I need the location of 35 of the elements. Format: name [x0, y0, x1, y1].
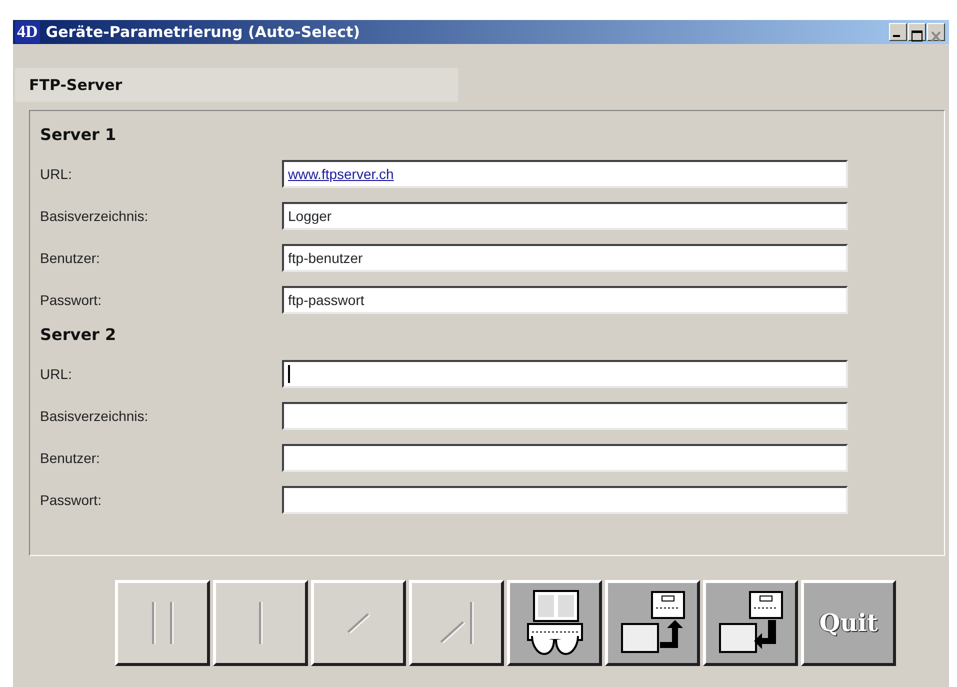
minimize-button[interactable] — [889, 23, 907, 41]
last-icon — [438, 600, 474, 646]
import-icon — [718, 590, 784, 656]
close-button[interactable] — [927, 23, 945, 41]
input-field[interactable] — [282, 360, 848, 388]
input-field[interactable]: ftp-passwort — [282, 286, 848, 314]
import-button[interactable] — [703, 580, 798, 666]
previous-icon — [258, 600, 264, 646]
field-label: Basisverzeichnis: — [40, 406, 150, 426]
export-icon — [620, 590, 686, 656]
tab-header: FTP-Server — [15, 68, 458, 102]
field-label: Basisverzeichnis: — [40, 206, 150, 226]
input-field[interactable]: www.ftpserver.ch — [282, 160, 848, 188]
section-heading: Server 2 — [40, 324, 118, 346]
field-label: URL: — [40, 364, 73, 384]
field-label: Passwort: — [40, 290, 102, 310]
app-logo: 4D — [15, 21, 40, 43]
next-icon — [346, 612, 372, 634]
export-button[interactable] — [605, 580, 700, 666]
keyboard-button[interactable] — [507, 580, 602, 666]
keyboard-hands-icon — [526, 590, 584, 656]
input-field[interactable] — [282, 444, 848, 472]
input-field[interactable]: Logger — [282, 202, 848, 230]
section-heading: Server 1 — [40, 124, 118, 146]
first-icon — [150, 600, 174, 646]
maximize-button[interactable] — [908, 23, 926, 41]
field-label: Benutzer: — [40, 248, 101, 268]
field-label: URL: — [40, 164, 73, 184]
input-field[interactable] — [282, 402, 848, 430]
window-title: Geräte-Parametrierung (Auto-Select) — [46, 22, 360, 43]
input-field[interactable]: ftp-benutzer — [282, 244, 848, 272]
field-label: Passwort: — [40, 490, 102, 510]
input-field[interactable] — [282, 486, 848, 514]
field-label: Benutzer: — [40, 448, 101, 468]
minimize-icon — [893, 35, 900, 37]
